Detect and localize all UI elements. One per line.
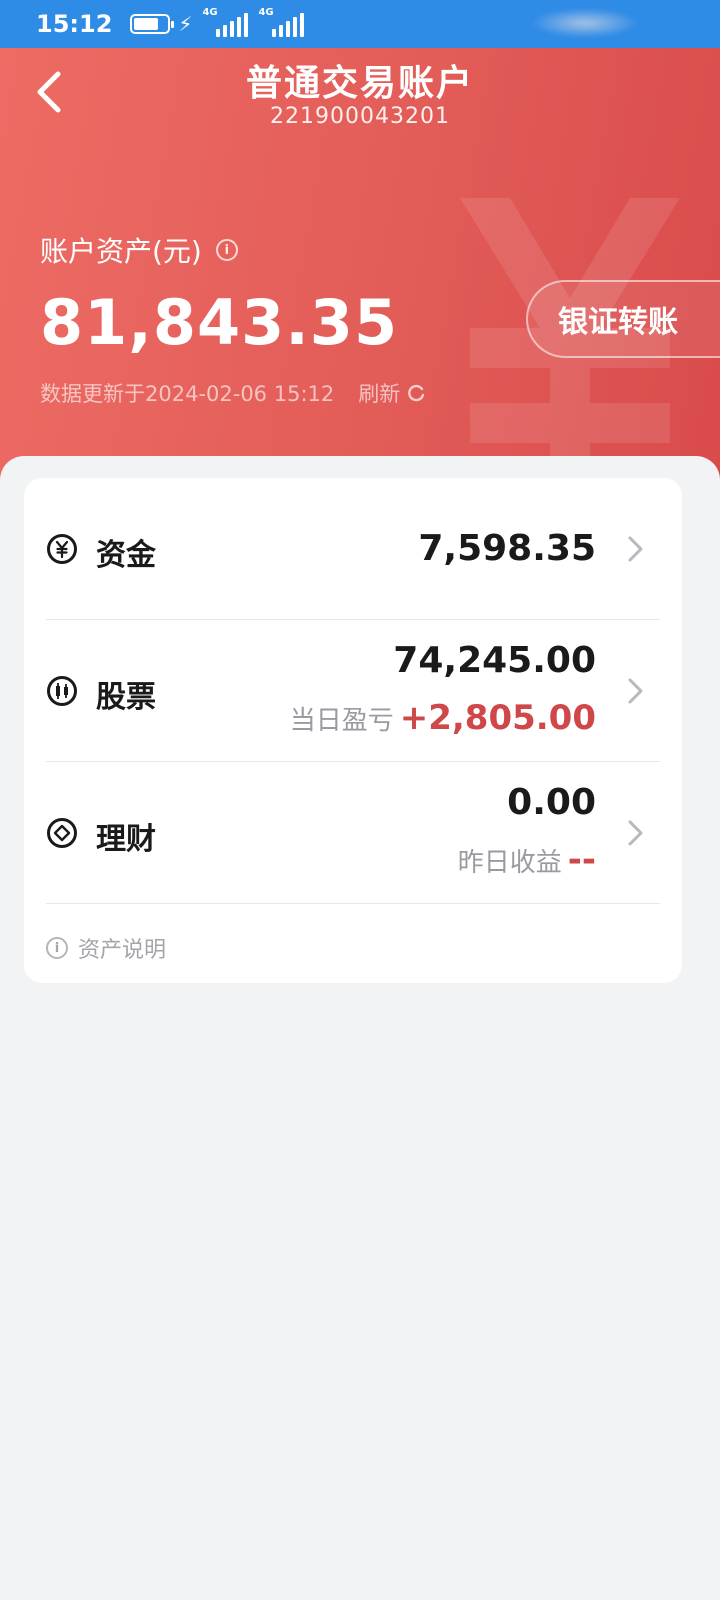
asset-value-stocks: 74,245.00: [393, 640, 596, 681]
page-title: 普通交易账户: [245, 63, 474, 104]
asset-value-wealth: 0.00: [507, 782, 596, 823]
update-row: 数据更新于2024-02-06 15:12 刷新: [40, 378, 426, 408]
asset-label: 账户资产(元) i: [40, 230, 238, 270]
blurred-region: [530, 8, 640, 38]
daily-pnl-value: +2,805.00: [399, 698, 596, 738]
asset-explanation-link[interactable]: i 资产说明: [46, 932, 166, 964]
account-header: 普通交易账户 221900043201 账户资产(元) i 81,843.35 …: [0, 48, 720, 508]
refresh-button[interactable]: 刷新: [358, 378, 426, 408]
battery-icon: [130, 14, 175, 34]
candlestick-icon: [47, 676, 77, 706]
charging-icon: ⚡: [178, 12, 193, 36]
daily-pnl: 当日盈亏 +2,805.00: [289, 698, 596, 738]
update-time: 数据更新于2024-02-06 15:12: [40, 382, 335, 406]
asset-label-wealth: 理财: [96, 822, 156, 857]
yuan-circle-icon: [47, 534, 77, 564]
yesterday-income-value: --: [567, 840, 596, 880]
asset-row-wealth[interactable]: 理财 0.00 昨日收益 --: [46, 762, 660, 904]
asset-label-cash: 资金: [96, 538, 156, 573]
asset-row-stocks[interactable]: 股票 74,245.00 当日盈亏 +2,805.00: [46, 620, 660, 762]
chevron-right-icon: [628, 536, 643, 562]
chevron-right-icon: [628, 820, 643, 846]
diamond-circle-icon: [47, 818, 77, 848]
asset-card: 资金 7,598.35 股票 74,245.00 当日盈亏+2,805.00: [24, 478, 682, 983]
chevron-right-icon: [628, 678, 643, 704]
signal-icon: 4G: [202, 7, 249, 37]
refresh-icon: [408, 384, 425, 402]
yesterday-income: 昨日收益 --: [457, 840, 596, 880]
content-sheet: 资金 7,598.35 股票 74,245.00 当日盈亏+2,805.00: [0, 456, 720, 1600]
status-bar: 15:12 ⚡ 4G 4G: [0, 0, 720, 48]
account-number: 221900043201: [270, 104, 450, 129]
bank-transfer-button[interactable]: 银证转账: [526, 280, 720, 358]
asset-label-stocks: 股票: [96, 680, 156, 715]
total-asset-value: 81,843.35: [40, 286, 399, 359]
asset-row-cash[interactable]: 资金 7,598.35: [46, 478, 660, 620]
info-icon: i: [46, 937, 68, 959]
signal-icon-2: 4G: [258, 7, 305, 37]
asset-value-cash: 7,598.35: [418, 528, 596, 569]
status-time: 15:12: [36, 10, 113, 38]
info-icon[interactable]: i: [215, 239, 238, 261]
